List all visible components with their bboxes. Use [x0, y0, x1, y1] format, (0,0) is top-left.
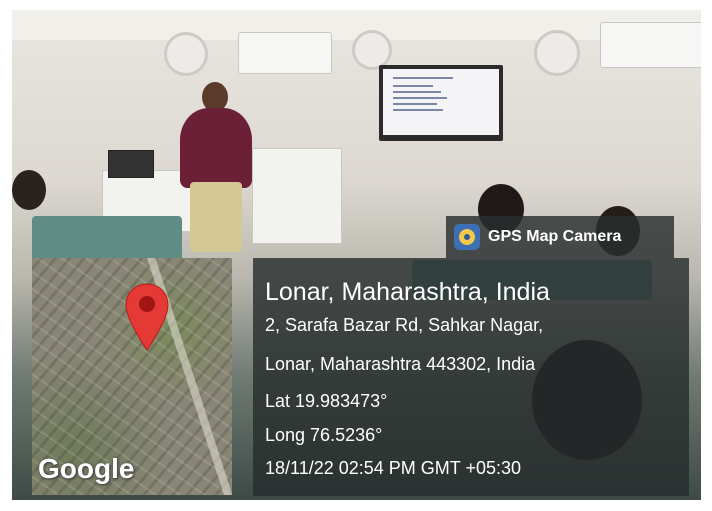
- wall-fan: [164, 32, 208, 76]
- audience-head: [12, 170, 46, 210]
- app-badge: GPS Map Camera: [446, 216, 674, 258]
- air-conditioner: [238, 32, 332, 74]
- air-conditioner: [600, 22, 701, 68]
- location-pin-icon: [125, 283, 169, 351]
- speaker-shirt: [180, 108, 252, 188]
- location-map: Google: [32, 258, 232, 495]
- location-info-panel: Lonar, Maharashtra, India 2, Sarafa Baza…: [253, 258, 689, 496]
- wall-fan: [352, 30, 392, 70]
- bench: [32, 216, 182, 262]
- gps-map-camera-app-icon: [454, 224, 480, 250]
- monitor: [108, 150, 154, 178]
- latitude: Lat 19.983473°: [265, 391, 388, 411]
- presentation-screen: [379, 65, 503, 141]
- timestamp: 18/11/22 02:54 PM GMT +05:30: [265, 458, 521, 478]
- address-line-1: 2, Sarafa Bazar Rd, Sahkar Nagar,: [265, 315, 544, 335]
- longitude: Long 76.5236°: [265, 425, 383, 445]
- speaker-trousers: [190, 182, 242, 252]
- google-watermark: Google: [38, 453, 135, 484]
- wall-fan: [534, 30, 580, 76]
- address-line-2: Lonar, Maharashtra 443302, India: [265, 354, 536, 374]
- app-badge-label: GPS Map Camera: [488, 228, 622, 245]
- location-title: Lonar, Maharashtra, India: [265, 278, 550, 306]
- podium: [252, 148, 342, 244]
